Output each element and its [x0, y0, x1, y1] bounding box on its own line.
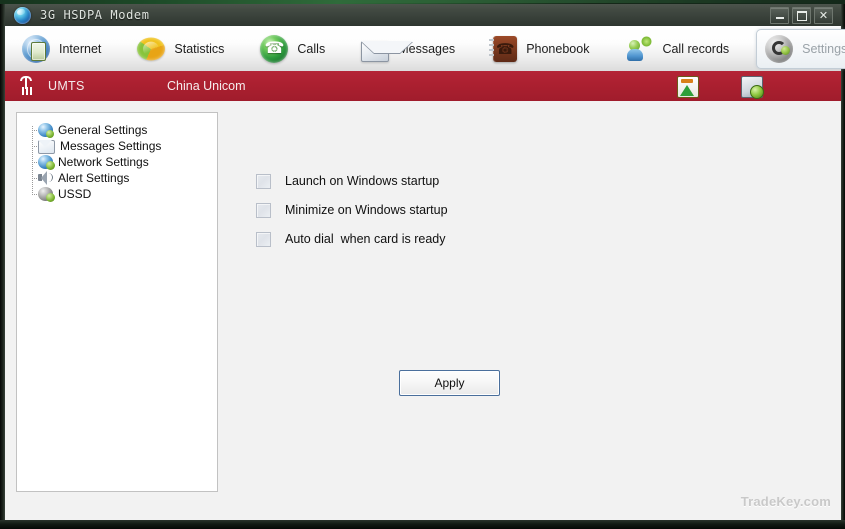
tree-item-messages-settings[interactable]: Messages Settings: [26, 138, 217, 154]
phone-green-icon: [260, 34, 289, 63]
checkbox-minimize-on-startup[interactable]: [256, 202, 271, 218]
toolbar-label-settings: Settings: [802, 41, 845, 56]
tree-item-network-settings[interactable]: Network Settings: [26, 154, 217, 170]
toolbar-item-settings[interactable]: Settings: [756, 28, 845, 69]
pie-chart-icon: [137, 37, 166, 60]
tree-item-general-settings[interactable]: General Settings: [26, 122, 217, 138]
checkbox-launch-on-startup[interactable]: [256, 173, 271, 189]
globe-phone-icon: [22, 34, 50, 63]
network-settings-icon: [38, 155, 55, 170]
settings-tree: General Settings Messages Settings Netwo…: [26, 122, 217, 202]
tree-item-ussd[interactable]: USSD: [26, 186, 217, 202]
option-row-launch-on-startup: Launch on Windows startup: [256, 173, 448, 189]
close-icon: ✕: [818, 9, 829, 22]
toolbar-item-messages[interactable]: Messages: [352, 29, 474, 69]
maximize-button[interactable]: [792, 7, 811, 24]
label-minimize-on-startup: Minimize on Windows startup: [285, 203, 448, 217]
network-mode-label: UMTS: [48, 79, 85, 93]
tree-item-alert-settings[interactable]: Alert Settings: [26, 170, 217, 186]
settings-tree-panel: General Settings Messages Settings Netwo…: [16, 112, 218, 492]
content-area: General Settings Messages Settings Netwo…: [5, 101, 841, 520]
label-auto-dial: Auto dial when card is ready: [285, 232, 446, 246]
messages-settings-icon: [38, 139, 55, 154]
tree-label-network-settings: Network Settings: [58, 155, 149, 169]
main-toolbar: Internet Statistics Calls Messages Phone…: [5, 26, 845, 73]
checkbox-auto-dial[interactable]: [256, 231, 271, 247]
toolbar-label-internet: Internet: [59, 41, 102, 56]
minimize-button[interactable]: [770, 7, 789, 24]
watermark: TradeKey.com: [740, 494, 831, 509]
application-window: 3G HSDPA Modem ✕ Internet Statistics Cal…: [0, 0, 845, 529]
contact-log-icon: [625, 35, 653, 63]
envelope-icon: [361, 40, 390, 62]
general-settings-icon: [38, 123, 54, 138]
toolbar-label-phonebook: Phonebook: [526, 41, 590, 56]
tree-label-messages-settings: Messages Settings: [60, 139, 162, 153]
toolbar-item-internet[interactable]: Internet: [13, 29, 120, 69]
gear-icon: [765, 34, 794, 63]
alert-settings-icon: [38, 171, 53, 185]
carrier-name-label: China Unicom: [167, 79, 246, 93]
toolbar-item-phonebook[interactable]: Phonebook: [482, 29, 608, 69]
network-status-bar: UMTS China Unicom: [5, 71, 841, 101]
window-frame-bottom: [0, 520, 845, 529]
label-launch-on-startup: Launch on Windows startup: [285, 174, 440, 188]
ussd-icon: [38, 187, 55, 202]
signal-strength-icon[interactable]: [677, 76, 699, 98]
address-book-icon: [489, 36, 518, 62]
toolbar-item-statistics[interactable]: Statistics: [128, 29, 243, 69]
title-bar: 3G HSDPA Modem ✕: [5, 4, 841, 26]
status-bar-icons: [677, 76, 764, 99]
window-frame-right: [841, 4, 845, 529]
toolbar-label-call-records: Call records: [662, 41, 730, 56]
apply-button[interactable]: Apply: [399, 370, 500, 396]
toolbar-label-calls: Calls: [297, 41, 326, 56]
connection-status-icon[interactable]: [741, 76, 764, 99]
option-row-auto-dial: Auto dial when card is ready: [256, 231, 448, 247]
general-settings-options: Launch on Windows startup Minimize on Wi…: [256, 173, 448, 260]
app-globe-icon: [14, 6, 31, 24]
toolbar-item-call-records[interactable]: Call records: [616, 29, 748, 69]
window-controls: ✕: [770, 7, 833, 24]
tree-label-general-settings: General Settings: [58, 123, 148, 137]
close-button[interactable]: ✕: [814, 7, 833, 24]
antenna-signal-icon: [20, 76, 34, 95]
toolbar-label-statistics: Statistics: [174, 41, 225, 56]
option-row-minimize-on-startup: Minimize on Windows startup: [256, 202, 448, 218]
tree-label-alert-settings: Alert Settings: [58, 171, 130, 185]
tree-label-ussd: USSD: [58, 187, 92, 201]
toolbar-item-calls[interactable]: Calls: [251, 29, 344, 69]
window-title: 3G HSDPA Modem: [40, 8, 150, 22]
